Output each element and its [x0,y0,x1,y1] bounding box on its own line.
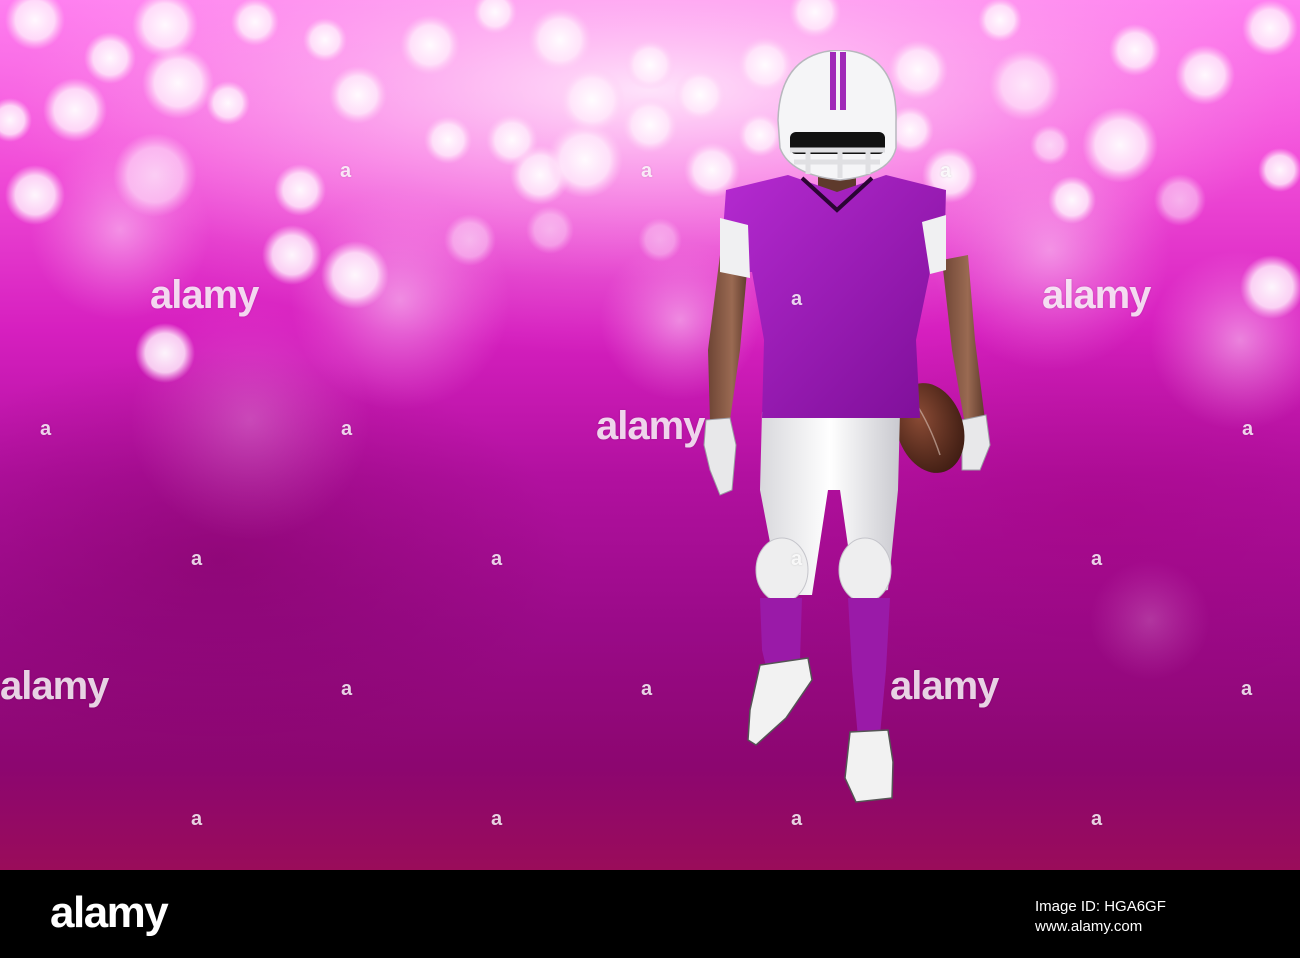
watermark: alamy [150,273,259,317]
footer-logo[interactable]: alamy [50,888,169,938]
watermark-mark: a [491,808,502,830]
watermark-mark: a [341,418,352,440]
watermark: alamy [1042,273,1151,317]
watermark-mark: a [791,808,802,830]
footer-url-link[interactable]: www.alamy.com [1035,918,1250,935]
watermark: alamy [596,404,705,448]
watermark-mark: a [791,288,802,310]
watermark-mark: a [1091,808,1102,830]
watermark: alamy [0,664,109,708]
watermark-mark: a [491,548,502,570]
watermark-mark: a [791,548,802,570]
watermark-mark: a [1091,548,1102,570]
watermark-mark: a [940,160,951,182]
image-id-label: Image ID: HGA6GF [1035,898,1166,915]
watermark-mark: a [641,678,652,700]
watermark: alamy [890,664,999,708]
watermark-mark: a [340,160,351,182]
watermark-mark: a [191,548,202,570]
watermark-mark: a [1241,678,1252,700]
watermark-mark: a [1242,418,1253,440]
watermark-mark: a [40,418,51,440]
watermark-mark: a [341,678,352,700]
watermark-mark: a [191,808,202,830]
watermark-mark: a [641,160,652,182]
photo: alamy alamy alamy alamy alamy a a a a a … [0,0,1300,870]
